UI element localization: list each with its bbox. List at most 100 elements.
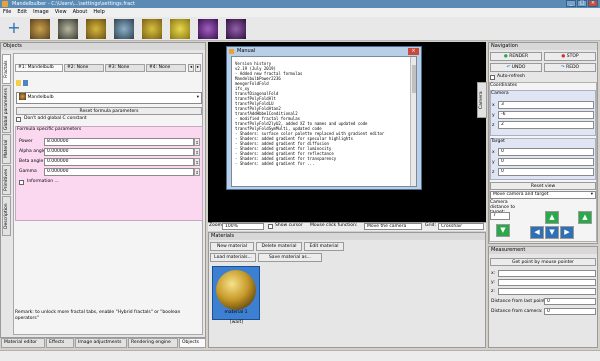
measure-x-label: x:: [491, 271, 496, 276]
move-forward-button[interactable]: ▲: [545, 211, 559, 224]
tab-material-editor[interactable]: Material editor: [1, 338, 45, 348]
move-left-button[interactable]: ◀: [530, 226, 544, 239]
stop-button[interactable]: ● STOP: [544, 52, 596, 61]
tab-label: #2: None: [67, 65, 89, 70]
stop-label: STOP: [566, 54, 579, 59]
auto-refresh-checkbox[interactable]: [490, 75, 495, 80]
camera-z-input[interactable]: 2: [498, 121, 594, 129]
power-input[interactable]: 8.000000: [44, 138, 194, 146]
scrollbar-thumb[interactable]: [412, 65, 416, 93]
spin-buttons[interactable]: ↕: [194, 138, 200, 146]
preset-thumbnail[interactable]: [142, 19, 162, 39]
scrollbar[interactable]: [410, 57, 416, 186]
target-z-input[interactable]: 0: [498, 168, 594, 176]
camera-distance-input[interactable]: 7: [490, 212, 510, 220]
render-icon: ●: [503, 54, 508, 59]
vtab-fractals[interactable]: Fractals: [2, 54, 11, 84]
reset-formula-button[interactable]: Reset formula parameters: [16, 107, 202, 115]
axis-label: x: [492, 103, 495, 108]
beta-input[interactable]: 0.000000: [44, 158, 194, 166]
vtab-primitives[interactable]: Primitives: [2, 165, 11, 195]
grid-select[interactable]: Crosshair: [438, 223, 484, 230]
gamma-input[interactable]: 0.000000: [44, 168, 194, 176]
vtab-description[interactable]: Description: [2, 196, 11, 236]
new-material-button[interactable]: New material: [210, 242, 254, 251]
move-right-button[interactable]: ▶: [560, 226, 574, 239]
vtab-coordinates[interactable]: Camera: [477, 82, 487, 118]
minimize-button[interactable]: _: [566, 0, 576, 7]
vtab-global-parameters[interactable]: Global parameters: [2, 85, 11, 133]
fractal-tab-4[interactable]: #4: None: [146, 64, 186, 72]
menu-image[interactable]: Image: [33, 8, 49, 17]
preset-thumbnail[interactable]: [198, 19, 218, 39]
measure-y-label: y:: [491, 280, 495, 285]
load-materials-button[interactable]: Load materials...: [210, 253, 256, 262]
axis-label: x: [492, 150, 495, 155]
camera-y-input[interactable]: -6: [498, 111, 594, 119]
preset-thumbnail[interactable]: [226, 19, 246, 39]
undo-button[interactable]: ↶ UNDO: [490, 63, 542, 72]
camera-x-input[interactable]: 3: [498, 101, 594, 109]
menu-file[interactable]: File: [3, 8, 11, 17]
manual-line: - Shaders: added gradient for ...: [235, 161, 315, 166]
material-item[interactable]: material 1: [212, 266, 260, 320]
preset-thumbnail[interactable]: [86, 19, 106, 39]
distance-last-label: Distance from last point:: [491, 299, 547, 304]
save-material-button[interactable]: Save material as...: [258, 253, 322, 262]
spin-buttons[interactable]: ↕: [194, 168, 200, 176]
save-icon[interactable]: [23, 80, 28, 86]
preset-thumbnail[interactable]: [58, 19, 78, 39]
status-bar: [0, 350, 600, 361]
menu-help[interactable]: Help: [93, 8, 104, 17]
tab-effects[interactable]: Effects: [46, 338, 74, 348]
reset-view-button[interactable]: Reset view: [490, 182, 596, 190]
open-folder-icon[interactable]: [16, 80, 21, 86]
move-back-button[interactable]: ▼: [545, 226, 559, 239]
move-mode-select[interactable]: Move camera and target ▾: [490, 191, 596, 199]
menu-edit[interactable]: Edit: [17, 8, 27, 17]
edit-material-button[interactable]: Edit material: [304, 242, 344, 251]
menu-view[interactable]: View: [55, 8, 67, 17]
tab-objects[interactable]: Objects: [179, 338, 206, 348]
axis-label: z: [492, 170, 495, 175]
spin-buttons[interactable]: ↕: [194, 158, 200, 166]
tab-scroll-left-button[interactable]: ◂: [188, 64, 194, 72]
tab-image-adjustments[interactable]: Image adjustments: [75, 338, 127, 348]
dont-add-c-label: Don't add global C constant: [24, 116, 87, 121]
mouse-function-select[interactable]: Move the camera: [364, 223, 422, 230]
render-button[interactable]: ● RENDER: [490, 52, 542, 61]
move-up-button[interactable]: ▲: [578, 211, 592, 224]
preset-thumbnail[interactable]: [114, 19, 134, 39]
get-point-button[interactable]: Get point by mouse pointer: [490, 258, 596, 266]
measurement-header: Measurement: [489, 247, 597, 254]
information-label[interactable]: Information ...: [27, 179, 59, 185]
vtab-material[interactable]: Material: [2, 134, 11, 164]
fractal-tab-1[interactable]: #1: Mandelbulb: [15, 64, 63, 72]
formula-select[interactable]: Mandelbulb ▾: [16, 92, 202, 104]
dont-add-c-checkbox[interactable]: [16, 117, 21, 122]
menu-about[interactable]: About: [73, 8, 88, 17]
manual-text-area[interactable]: Version history v2.19 (July 2019) - Adde…: [231, 56, 417, 187]
move-down-button[interactable]: ▼: [496, 224, 510, 237]
add-preset-icon[interactable]: +: [4, 19, 24, 39]
material-status: [wait]: [230, 320, 243, 325]
tab-rendering-engine[interactable]: Rendering engine: [128, 338, 178, 348]
close-button[interactable]: ×: [588, 0, 598, 7]
spin-buttons[interactable]: ↕: [194, 148, 200, 156]
dialog-close-button[interactable]: ×: [408, 48, 419, 55]
preset-thumbnail[interactable]: [30, 19, 50, 39]
information-checkbox[interactable]: [19, 180, 24, 185]
show-cursor-checkbox[interactable]: [268, 224, 273, 229]
show-cursor-label: Show cursor: [275, 223, 303, 228]
fractal-tab-2[interactable]: #2: None: [64, 64, 104, 72]
delete-material-button[interactable]: Delete material: [256, 242, 302, 251]
target-x-input[interactable]: 0: [498, 148, 594, 156]
preset-thumbnail[interactable]: [170, 19, 190, 39]
fractal-tab-3[interactable]: #3: None: [105, 64, 145, 72]
maximize-button[interactable]: □: [577, 0, 587, 7]
redo-button[interactable]: ↷ REDO: [544, 63, 596, 72]
tab-scroll-right-button[interactable]: ▸: [195, 64, 201, 72]
alpha-input[interactable]: 0.000000: [44, 148, 194, 156]
target-y-input[interactable]: 0: [498, 158, 594, 166]
zoom-select[interactable]: 100%: [222, 223, 264, 230]
